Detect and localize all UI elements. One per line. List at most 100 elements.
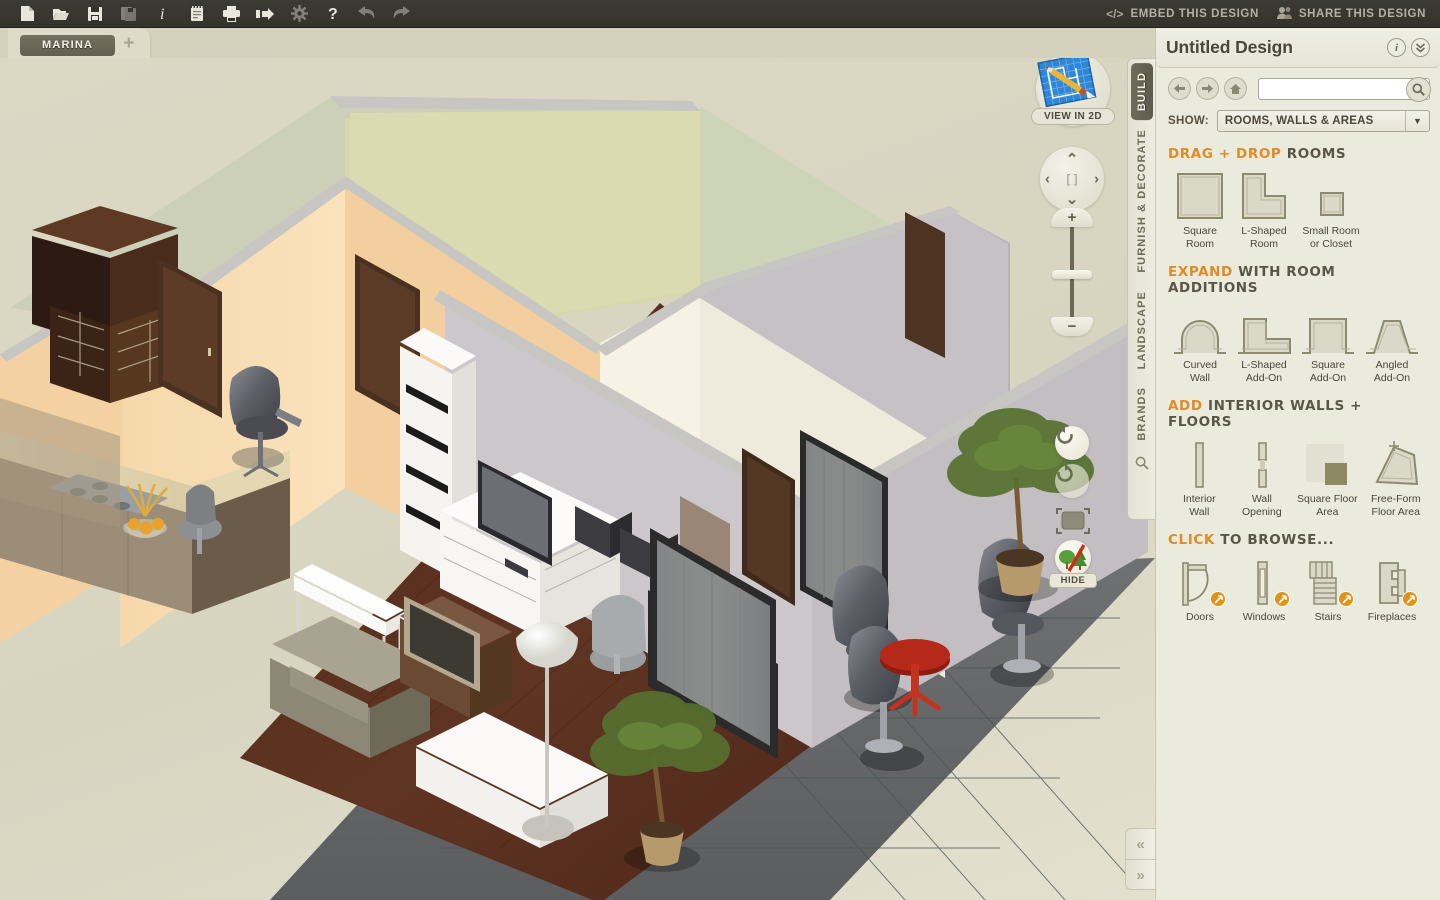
section-heading-accent: ADD: [1168, 398, 1203, 414]
item-stairs[interactable]: Stairs: [1296, 557, 1360, 624]
section-add-interior-walls-floors: ADD INTERIOR WALLS + FLOORS Interior Wall: [1168, 398, 1430, 518]
item-interior-wall[interactable]: Interior Wall: [1168, 439, 1231, 518]
item-windows[interactable]: Windows: [1232, 557, 1296, 624]
panel-collapse-button[interactable]: [1411, 38, 1430, 57]
fit-to-screen-button[interactable]: [1053, 505, 1093, 537]
view-in-2d-label[interactable]: VIEW IN 2D: [1031, 108, 1115, 125]
chevron-down-icon[interactable]: ▼: [1405, 111, 1429, 131]
item-caption: Doors: [1185, 611, 1214, 623]
pan-dpad[interactable]: ⌃ ⌄ ‹ › [ ]: [1040, 147, 1104, 211]
browse-badge: [1338, 591, 1354, 607]
item-caption: Square Floor Area: [1296, 493, 1358, 518]
browse-badge: [1274, 591, 1290, 607]
settings-gear-icon[interactable]: [282, 1, 316, 27]
sidebar-tab-build[interactable]: BUILD: [1130, 63, 1153, 121]
item-angled-add-on[interactable]: Angled Add-On: [1360, 305, 1424, 384]
zoom-handle[interactable]: [1052, 270, 1092, 279]
panel-collapse-controls: « »: [1125, 828, 1155, 890]
embed-design-button[interactable]: </> EMBED THIS DESIGN: [1106, 7, 1259, 21]
item-l-shaped-add-on[interactable]: L-Shaped Add-On: [1232, 305, 1296, 384]
section-heading-accent: DRAG + DROP: [1168, 146, 1282, 162]
item-caption: Square Add-On: [1309, 359, 1347, 384]
section-click-to-browse: CLICK TO BROWSE... Doors Windows Stairs …: [1168, 532, 1430, 624]
curved-wall-icon: [1168, 305, 1232, 355]
pan-down-button[interactable]: ⌄: [1066, 190, 1079, 208]
redo-icon[interactable]: [384, 1, 418, 27]
save-as-icon[interactable]: [112, 1, 146, 27]
hide-label[interactable]: HIDE: [1049, 573, 1097, 588]
item-caption: Interior Wall: [1182, 493, 1216, 518]
add-tab-button[interactable]: +: [123, 34, 134, 53]
item-square-room[interactable]: Square Room: [1168, 171, 1232, 250]
nav-back-button[interactable]: [1168, 77, 1191, 100]
zoom-slider[interactable]: + −: [1051, 208, 1093, 336]
open-folder-icon[interactable]: [44, 1, 78, 27]
sidebar-search-icon[interactable]: [1135, 456, 1149, 475]
item-square-add-on[interactable]: Square Add-On: [1296, 305, 1360, 384]
section-items: Square Room L-Shaped Room Small Room or Clo…: [1168, 171, 1430, 250]
hide-landscape-button[interactable]: [1055, 540, 1091, 576]
sidebar-tab-landscape[interactable]: LANDSCAPE: [1131, 282, 1153, 378]
share-design-button[interactable]: SHARE THIS DESIGN: [1276, 6, 1426, 22]
l-shaped-addon-icon: [1232, 305, 1296, 355]
l-shaped-room-icon: [1232, 171, 1296, 221]
item-caption: Square Room: [1183, 225, 1217, 250]
item-curved-wall[interactable]: Curved Wall: [1168, 305, 1232, 384]
panel-search-input[interactable]: [1259, 78, 1429, 99]
svg-text:?: ?: [328, 6, 338, 22]
panel-search-button[interactable]: [1406, 76, 1431, 102]
show-select[interactable]: ROOMS, WALLS & AREAS ▼: [1216, 110, 1430, 132]
item-free-form-floor-area[interactable]: Free-Form Floor Area: [1362, 439, 1430, 518]
freeform-floor-icon: [1362, 439, 1430, 489]
rotate-counterclockwise-button[interactable]: [1055, 426, 1089, 460]
stairs-icon: [1296, 557, 1360, 607]
document-tab-marina[interactable]: MARINA: [20, 35, 116, 56]
item-caption: Fireplaces: [1367, 611, 1417, 623]
door-icon: [1168, 557, 1232, 607]
pan-left-button[interactable]: ‹: [1045, 171, 1050, 188]
design-info-button[interactable]: i: [1387, 38, 1406, 57]
item-small-room-or-closet[interactable]: Small Room or Closet: [1296, 171, 1366, 250]
nav-forward-button[interactable]: [1196, 77, 1219, 100]
undo-icon[interactable]: [350, 1, 384, 27]
item-caption: Stairs: [1314, 611, 1342, 623]
panel-search-box[interactable]: [1258, 76, 1431, 102]
show-label: SHOW:: [1168, 115, 1209, 127]
export-icon[interactable]: [248, 1, 282, 27]
item-square-floor-area[interactable]: Square Floor Area: [1293, 439, 1361, 518]
panel-mode-tabs: BUILD FURNISH & DECORATE LANDSCAPE BRAND…: [1127, 58, 1155, 520]
help-icon[interactable]: ?: [316, 1, 350, 27]
collapse-right-button[interactable]: »: [1126, 860, 1155, 889]
pan-up-button[interactable]: ⌃: [1066, 150, 1079, 168]
tab-container: MARINA +: [8, 28, 151, 62]
sidebar-tab-brands[interactable]: BRANDS: [1131, 378, 1153, 450]
design-3d-viewport[interactable]: VIEW IN 2D ⌃ ⌄ ‹ › [ ] + − HIDE: [0, 58, 1155, 900]
recenter-button[interactable]: [ ]: [1066, 172, 1077, 186]
toolbar-right-links: </> EMBED THIS DESIGN SHARE THIS DESIGN: [1106, 6, 1440, 22]
item-doors[interactable]: Doors: [1168, 557, 1232, 624]
angled-addon-icon: [1360, 305, 1424, 355]
svg-text:i: i: [160, 6, 164, 22]
item-l-shaped-room[interactable]: L-Shaped Room: [1232, 171, 1296, 250]
print-icon[interactable]: [214, 1, 248, 27]
collapse-left-button[interactable]: «: [1126, 829, 1155, 860]
section-items: Curved Wall L-Shaped Add-On Square Add-On: [1168, 305, 1430, 384]
panel-content: DRAG + DROP ROOMS Square Room L-Shaped R…: [1156, 132, 1440, 624]
item-fireplaces[interactable]: Fireplaces: [1360, 557, 1424, 624]
browse-badge: [1210, 591, 1226, 607]
item-caption: L-Shaped Add-On: [1241, 359, 1287, 384]
embed-code-icon: </>: [1106, 6, 1124, 21]
notes-icon[interactable]: [180, 1, 214, 27]
item-wall-opening[interactable]: Wall Opening: [1231, 439, 1294, 518]
pan-right-button[interactable]: ›: [1094, 171, 1099, 188]
nav-home-button[interactable]: [1224, 77, 1247, 100]
blueprint-pencil-icon: [1037, 58, 1097, 108]
zoom-in-button[interactable]: +: [1051, 208, 1093, 227]
info-icon[interactable]: i: [146, 1, 180, 27]
hide-trees-icon: [1059, 544, 1087, 572]
item-caption: Angled Add-On: [1373, 359, 1411, 384]
save-icon[interactable]: [78, 1, 112, 27]
sidebar-tab-furnish-decorate[interactable]: FURNISH & DECORATE: [1131, 120, 1153, 282]
rotate-clockwise-button[interactable]: [1055, 464, 1089, 498]
new-file-icon[interactable]: [10, 1, 44, 27]
